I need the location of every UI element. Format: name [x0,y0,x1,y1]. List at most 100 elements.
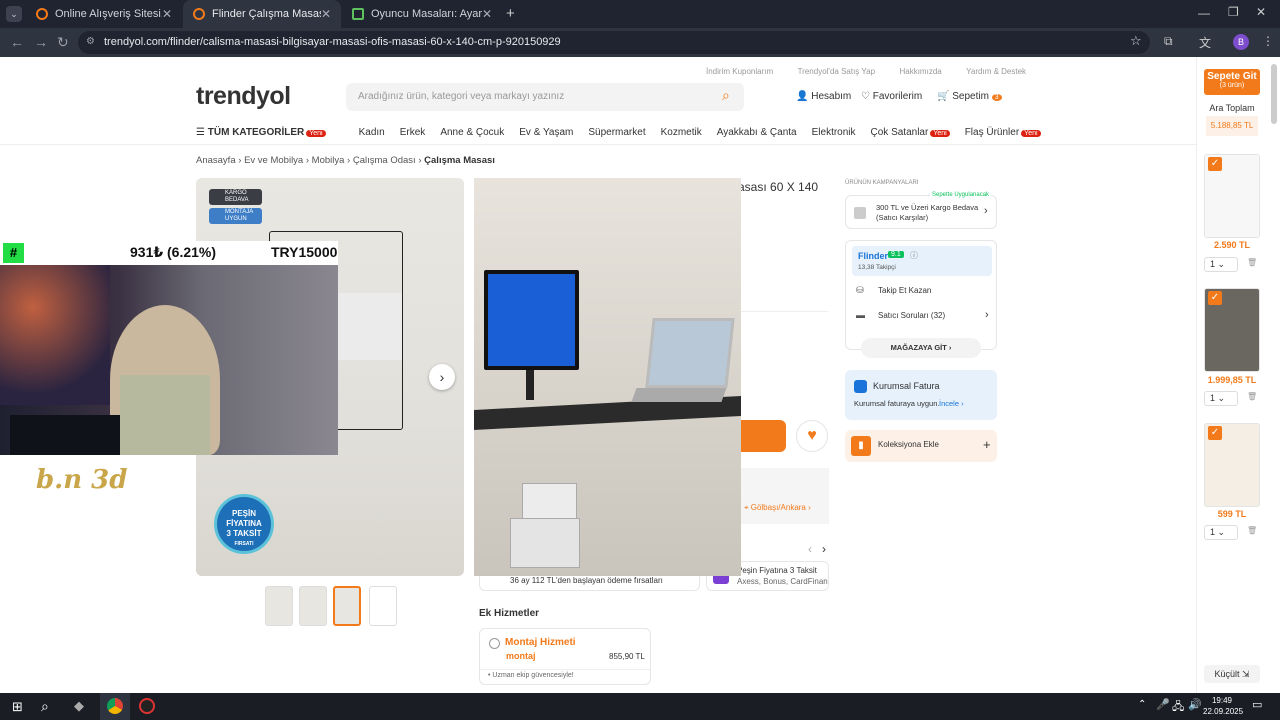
thumbnail[interactable] [369,586,397,626]
checkbox-checked-icon[interactable]: ✓ [1208,291,1222,305]
nav-label: Flaş Ürünler [964,127,1020,138]
app-icon[interactable]: ◆ [74,698,84,714]
go-to-cart-button[interactable]: Sepete Git (3 ürün) [1204,69,1260,95]
delivery-box [738,468,829,524]
follow-link[interactable]: Takip Et Kazan [878,286,931,295]
top-link[interactable]: Hakkımızda [899,67,941,76]
cart-link[interactable]: 🛒 Sepetim 3 [937,91,1002,102]
address-bar[interactable]: trendyol.com/flinder/calisma-masasi-bilg… [78,31,1150,54]
add-to-cart-button[interactable] [738,420,786,452]
checkbox-checked-icon[interactable]: ✓ [1208,157,1222,171]
network-icon[interactable]: 🖧 [1172,698,1184,717]
nav-item[interactable]: Ev & Yaşam [519,127,573,138]
pesin-sub: Axess, Bonus, CardFinans [737,577,829,586]
crumb[interactable]: Anasayfa [196,155,236,166]
forward-icon[interactable]: → [34,34,48,50]
nav-item[interactable]: Elektronik [812,127,856,138]
tab-3[interactable]: Oyuncu Masaları: Ayarlanabili ✕ [342,0,502,28]
all-categories-menu[interactable]: ☰ TÜM KATEGORİLER Yeni [196,127,326,138]
trash-icon[interactable]: 🗑 [1247,392,1257,401]
nav-item[interactable]: Erkek [400,127,426,138]
top-link[interactable]: Trendyol'da Satış Yap [798,67,875,76]
extensions-icon[interactable]: ⧉ [1164,34,1173,49]
nav-item[interactable]: Anne & Çocuk [440,127,504,138]
close-icon[interactable]: ✕ [162,7,172,21]
search-icon[interactable]: ⌕ [722,87,730,104]
subtotal-value: 5.188,85 TL [1206,116,1258,136]
nav-item-flas[interactable]: Flaş Ürünler Yeni [965,127,1041,138]
tray-chevron-icon[interactable]: ⌃ [1138,699,1146,710]
search-input[interactable]: Aradığınız ürün, kategori veya markayı y… [346,83,744,111]
tab-search-icon[interactable]: ⌄ [6,6,22,22]
yeni-badge: Yeni [1021,130,1041,137]
back-icon[interactable]: ← [10,34,24,50]
thumbnail[interactable] [265,586,293,626]
close-window-icon[interactable]: ✕ [1256,5,1266,19]
app-icon[interactable] [139,698,155,714]
menu-icon[interactable]: ⋮ [1262,34,1274,48]
invoice-link[interactable]: İncele › [939,399,964,408]
nav-item-cok-satanlar[interactable]: Çok Satanlar Yeni [871,127,950,138]
collection-card[interactable]: ▮ Koleksiyona Ekle + [845,430,997,462]
location-text: Gölbaşı/Ankara [750,503,806,512]
new-tab-icon[interactable]: + [506,5,515,22]
site-info-icon[interactable]: ⚙ [86,36,95,47]
tab-2[interactable]: Flinder Çalışma Masası Bilgisay ✕ [183,0,341,28]
store-button[interactable]: MAĞAZAYA GİT › [861,338,981,358]
translate-icon[interactable]: 文 [1199,34,1211,51]
thumbnail-selected[interactable] [333,586,361,626]
next-icon[interactable]: › [822,542,826,556]
close-icon[interactable]: ✕ [321,7,331,21]
volume-icon[interactable]: 🔊 [1188,698,1202,711]
clock[interactable]: 19:49 22.09.2025 [1203,695,1243,717]
bookmark-icon: ▮ [851,436,871,456]
windows-start-icon[interactable]: ⊞ [12,699,23,715]
close-icon[interactable]: ✕ [482,7,492,21]
shrink-button[interactable]: Küçült ⇲ [1204,665,1260,683]
montaj-card[interactable]: Montaj Hizmeti montaj 855,90 TL • Uzman … [479,628,651,685]
top-link[interactable]: Yardım & Destek [966,67,1026,76]
next-image-button[interactable]: › [429,364,455,390]
nav-item[interactable]: Süpermarket [588,127,645,138]
montaj-radio[interactable] [489,638,500,649]
thumbnail[interactable] [299,586,327,626]
bookmark-star-icon[interactable]: ☆ [1130,33,1142,49]
checkbox-checked-icon[interactable]: ✓ [1208,426,1222,440]
crumb[interactable]: Çalışma Odası [353,155,416,166]
profile-avatar[interactable]: B [1233,34,1249,50]
quantity-select[interactable]: 1 ⌄ [1204,525,1238,540]
prev-icon[interactable]: ‹ [808,542,812,556]
site-logo[interactable]: trendyol [196,82,291,111]
crumb[interactable]: Ev ve Mobilya [244,155,303,166]
restore-icon[interactable]: ❐ [1228,5,1239,19]
trash-icon[interactable]: 🗑 [1247,258,1257,267]
quantity-select[interactable]: 1 ⌄ [1204,391,1238,406]
reload-icon[interactable]: ↻ [57,34,69,51]
location-link[interactable]: ⌖ Gölbaşı/Ankara › [744,503,811,513]
info-icon[interactable]: ⓘ [910,250,918,261]
minimize-icon[interactable]: — [1198,6,1210,20]
campaign-card[interactable]: Sepette Uygulanacak 300 TL ve Üzeri Karg… [845,192,997,229]
cart-item-count: (3 ürün) [1219,82,1245,89]
microphone-icon[interactable]: 🎤 [1156,698,1170,711]
tab-1[interactable]: Online Alışveriş Sitesi, Türkiye'n ✕ [26,0,182,28]
nav-item[interactable]: Kadın [359,127,385,138]
quantity-select[interactable]: 1 ⌄ [1204,257,1238,272]
crumb[interactable]: Mobilya [312,155,345,166]
favorites-link[interactable]: ♡ Favorilerim [861,91,922,102]
account-link[interactable]: 👤 Hesabım [796,91,851,102]
questions-link[interactable]: Satıcı Soruları (32) [878,311,945,320]
badge-kargo: KARGO BEDAVA [209,189,262,205]
search-icon[interactable]: ⌕ [41,698,49,715]
storage-box [522,483,577,523]
nav-item[interactable]: Ayakkabı & Çanta [717,127,797,138]
trendyol-favicon-icon [193,8,205,20]
seller-header[interactable]: Flinder 9.1 ⓘ 13,38 Takipçi [852,246,992,276]
top-link[interactable]: İndirim Kuponlarım [706,67,773,76]
notifications-icon[interactable]: ▭ [1252,698,1262,711]
trash-icon[interactable]: 🗑 [1247,526,1257,535]
scrollbar[interactable] [1271,64,1277,124]
chrome-taskbar-button[interactable] [100,693,130,720]
favorite-heart-icon[interactable]: ♥ [796,420,828,452]
nav-item[interactable]: Kozmetik [661,127,702,138]
